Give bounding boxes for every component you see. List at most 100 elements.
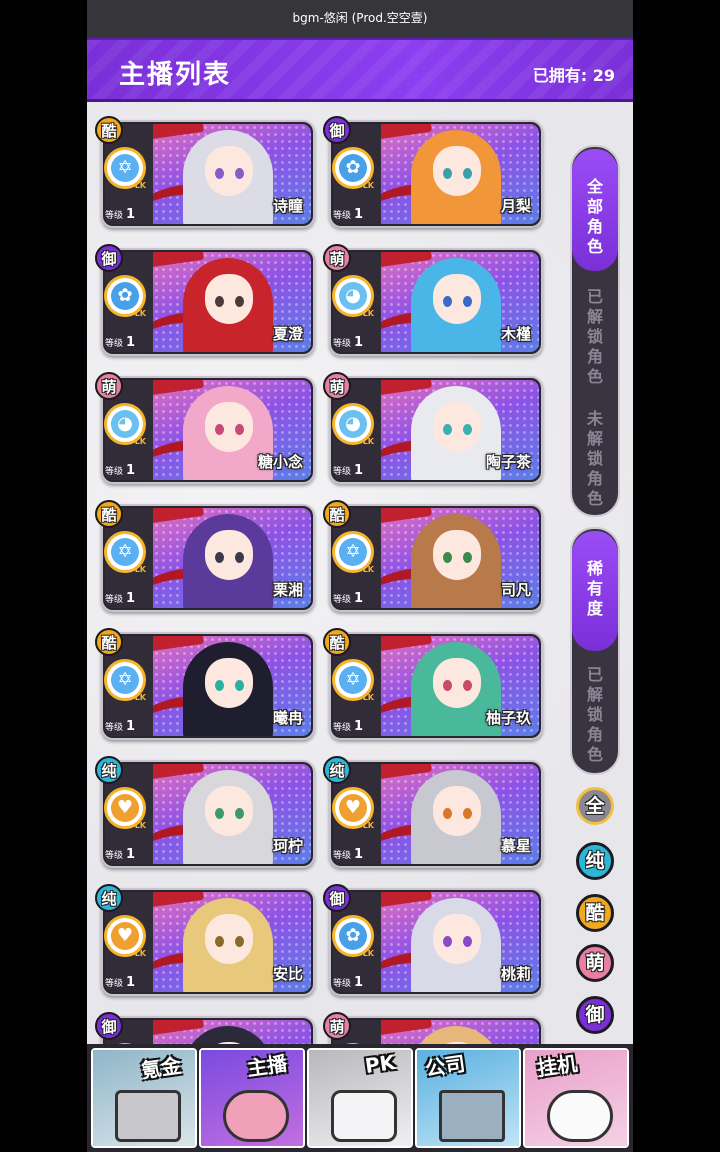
- type-filter-all[interactable]: 全: [576, 787, 614, 825]
- character-eye: [235, 296, 244, 307]
- character-face: [205, 402, 253, 452]
- type-filter-cute[interactable]: 萌: [576, 944, 614, 982]
- lock-mark: LK: [134, 949, 146, 958]
- character-name: 月梨: [500, 197, 531, 215]
- nav-company-label: 公司: [423, 1051, 467, 1081]
- type-badge: 萌: [323, 372, 351, 400]
- streamer-card[interactable]: ◕ LK 等级 萌: [323, 1012, 543, 1044]
- star-icon: ✡: [339, 538, 367, 566]
- type-filter-cool[interactable]: 酷: [576, 894, 614, 932]
- sort-unlocked[interactable]: 已解锁角色: [572, 661, 618, 771]
- character-name: 曦冉: [272, 709, 303, 727]
- level-display: 等级 1: [333, 463, 363, 478]
- streamer-card[interactable]: 柚子玖 ✡ LK 等级 1 酷: [323, 628, 543, 740]
- character-name: 诗瞳: [272, 197, 303, 215]
- streamer-card[interactable]: 珂柠 ♥ LK 等级 1 纯: [95, 756, 315, 868]
- streamer-card[interactable]: 栗湘 ✡ LK 等级 1 酷: [95, 500, 315, 612]
- streamer-card[interactable]: 安比 ♥ LK 等级 1 纯: [95, 884, 315, 996]
- level-display: 等级 1: [105, 847, 135, 862]
- character-portrait: 曦冉: [153, 636, 311, 736]
- filter-unlocked-label: 已解锁角色: [586, 287, 603, 386]
- character-face: [205, 914, 253, 964]
- bgm-title: bgm-悠闲 (Prod.空空壹): [292, 11, 428, 25]
- level-label: 等级: [105, 851, 124, 861]
- attribute-emblem: ✡ LK: [332, 659, 374, 702]
- streamer-card[interactable]: 桃莉 ✿ LK 等级 1 御: [323, 884, 543, 996]
- nav-streamer[interactable]: 主播: [199, 1048, 305, 1148]
- nav-idle-label: 挂机: [535, 1051, 579, 1081]
- nav-recharge[interactable]: 氪金: [91, 1048, 197, 1148]
- character-eye: [443, 168, 452, 179]
- attribute-emblem: ◕ LK: [332, 275, 374, 318]
- cat-icon: ◕: [339, 282, 367, 310]
- game-screen: bgm-悠闲 (Prod.空空壹) 主播列表 已拥有: 29 诗瞳 ✡ LK 等…: [87, 0, 633, 1152]
- type-badge: 御: [323, 116, 351, 144]
- character-portrait: 珂柠: [153, 764, 311, 864]
- nav-pk[interactable]: PK: [307, 1048, 413, 1148]
- level-display: 等级 1: [333, 847, 363, 862]
- streamer-card[interactable]: 司凡 ✡ LK 等级 1 酷: [323, 500, 543, 612]
- type-badge: 酷: [323, 500, 351, 528]
- star-icon: ✡: [111, 538, 139, 566]
- character-eye: [235, 424, 244, 435]
- character-eye: [235, 680, 244, 691]
- lock-mark: LK: [134, 437, 146, 446]
- streamer-card[interactable]: ✿ LK 等级 御: [95, 1012, 315, 1044]
- type-filter-pure[interactable]: 纯: [576, 842, 614, 880]
- lock-mark: LK: [134, 565, 146, 574]
- level-label: 等级: [333, 851, 352, 861]
- nav-company[interactable]: 公司: [415, 1048, 521, 1148]
- character-portrait: 慕星: [381, 764, 539, 864]
- lock-mark: LK: [134, 693, 146, 702]
- filter-locked-characters[interactable]: 未解锁角色: [572, 403, 618, 513]
- filter-unlocked-characters[interactable]: 已解锁角色: [572, 281, 618, 391]
- character-face: [205, 530, 253, 580]
- type-badge: 纯: [95, 756, 123, 784]
- character-portrait: 柚子玖: [381, 636, 539, 736]
- level-value: 1: [354, 463, 364, 478]
- streamer-card[interactable]: 月梨 ✿ LK 等级 1 御: [323, 116, 543, 228]
- character-face: [433, 786, 481, 836]
- level-label: 等级: [105, 339, 124, 349]
- type-filter-royal[interactable]: 御: [576, 996, 614, 1034]
- sort-rarity[interactable]: 稀有度: [572, 531, 618, 651]
- character-face: [433, 274, 481, 324]
- level-display: 等级 1: [105, 335, 135, 350]
- ownership-filter-group: 全部角色 已解锁角色 未解锁角色: [570, 145, 620, 517]
- star-icon: ✡: [111, 666, 139, 694]
- streamer-card[interactable]: 陶子茶 ◕ LK 等级 1 萌: [323, 372, 543, 484]
- streamer-grid[interactable]: 诗瞳 ✡ LK 等级 1 酷 月梨 ✿ LK 等级 1 御 夏澄 ✿ LK 等级…: [87, 102, 633, 1044]
- character-portrait: 桃莉: [381, 892, 539, 992]
- type-badge: 御: [95, 244, 123, 272]
- character-portrait: [153, 1020, 311, 1044]
- owned-count: 已拥有: 29: [532, 66, 615, 85]
- character-face: [205, 146, 253, 196]
- streamer-card[interactable]: 木槿 ◕ LK 等级 1 萌: [323, 244, 543, 356]
- streamer-card[interactable]: 夏澄 ✿ LK 等级 1 御: [95, 244, 315, 356]
- streamer-card[interactable]: 诗瞳 ✡ LK 等级 1 酷: [95, 116, 315, 228]
- music-title-bar: bgm-悠闲 (Prod.空空壹): [87, 0, 633, 38]
- character-portrait: 诗瞳: [153, 124, 311, 224]
- character-face: [205, 786, 253, 836]
- level-label: 等级: [333, 339, 352, 349]
- level-value: 1: [126, 207, 136, 222]
- attribute-emblem: ✡ LK: [104, 659, 146, 702]
- attribute-emblem: ✡ LK: [104, 147, 146, 190]
- filter-all-characters[interactable]: 全部角色: [572, 149, 618, 271]
- level-label: 等级: [105, 211, 124, 221]
- character-eye: [463, 936, 472, 947]
- star-icon: ✡: [111, 154, 139, 182]
- streamer-card[interactable]: 曦冉 ✡ LK 等级 1 酷: [95, 628, 315, 740]
- streamer-card[interactable]: 糖小念 ◕ LK 等级 1 萌: [95, 372, 315, 484]
- character-face: [433, 658, 481, 708]
- streamer-card[interactable]: 慕星 ♥ LK 等级 1 纯: [323, 756, 543, 868]
- character-eye: [235, 552, 244, 563]
- level-label: 等级: [333, 211, 352, 221]
- level-label: 等级: [333, 595, 352, 605]
- nav-idle[interactable]: 挂机: [523, 1048, 629, 1148]
- character-name: 栗湘: [272, 581, 303, 599]
- character-eye: [463, 808, 472, 819]
- lock-mark: LK: [362, 565, 374, 574]
- attribute-emblem: ✡ LK: [104, 531, 146, 574]
- nav-recharge-label: 氪金: [139, 1053, 183, 1083]
